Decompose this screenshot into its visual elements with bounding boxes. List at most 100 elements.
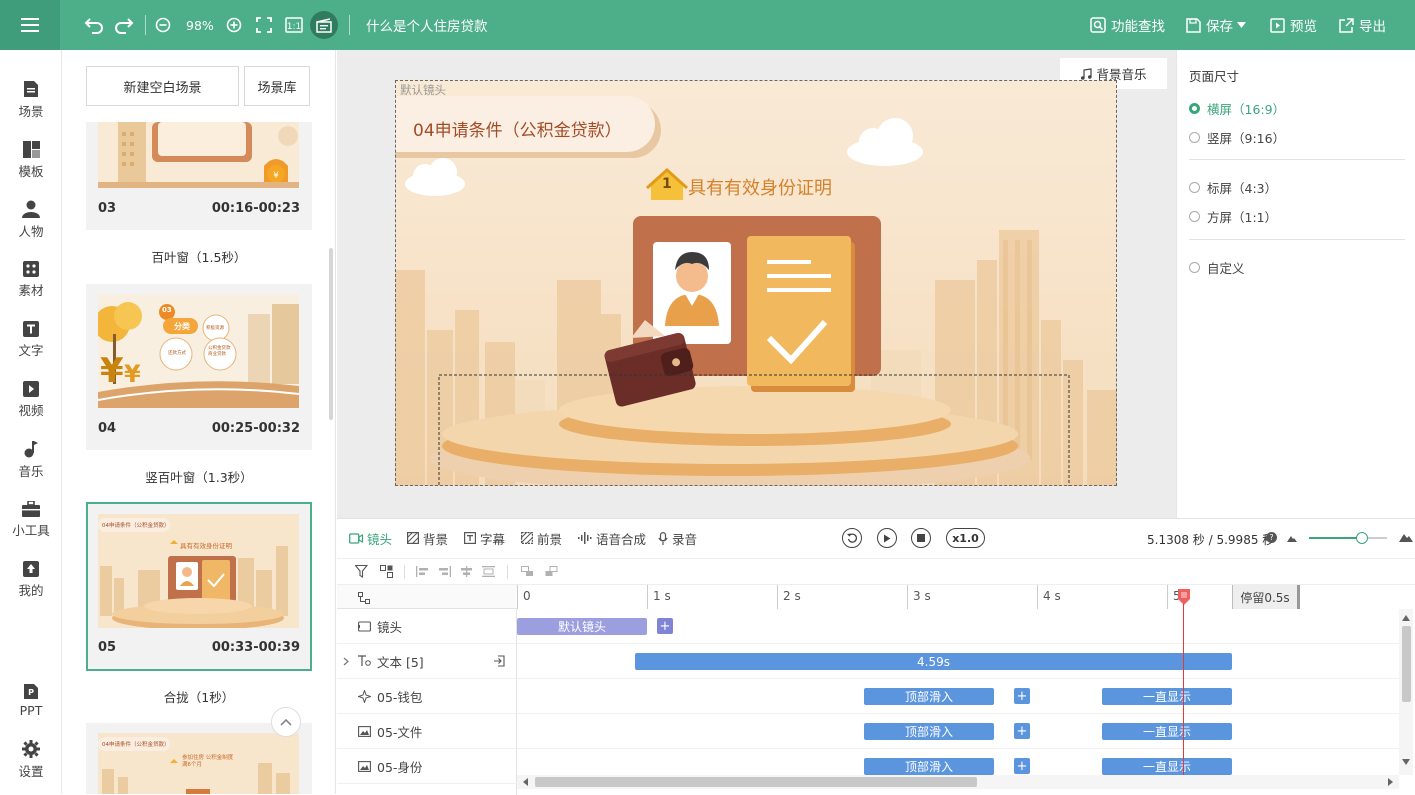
wallet-enter-clip[interactable]: 顶部滑入 (864, 688, 994, 705)
stack-up-icon[interactable] (521, 566, 534, 577)
nav-my[interactable]: 我的 (0, 552, 62, 608)
stage-canvas[interactable]: 默认镜头 04申请条件（公积金贷款） 1 具有有效身份证明 (395, 80, 1117, 486)
actual-size-button[interactable]: 1:1 (285, 0, 303, 50)
tool-tts[interactable]: 语音合成 (578, 527, 646, 549)
fullscreen-icon (256, 17, 272, 33)
align-center-icon[interactable] (460, 566, 473, 577)
feature-search-button[interactable]: 功能查找 (1090, 0, 1165, 50)
scroll-right-arrow-icon[interactable] (1387, 778, 1393, 786)
tree-icon[interactable] (358, 592, 370, 604)
preview-button[interactable]: 预览 (1270, 0, 1317, 50)
save-button[interactable]: 保存 (1186, 0, 1246, 50)
zoom-out-button[interactable] (155, 0, 171, 50)
nav-settings[interactable]: 设置 (0, 732, 62, 788)
tool-subtitle[interactable]: 字幕 (464, 527, 505, 549)
slide-title[interactable]: 04申请条件（公积金贷款） (413, 116, 622, 141)
transition-label[interactable]: 百叶窗（1.5秒） (86, 247, 312, 266)
undo-button[interactable] (84, 0, 104, 50)
scroll-up-arrow-icon[interactable] (1402, 615, 1410, 621)
align-left-icon[interactable] (416, 566, 429, 577)
export-icon (1339, 17, 1354, 33)
playhead[interactable] (1177, 589, 1191, 775)
file-enter-clip[interactable]: 顶部滑入 (864, 723, 994, 740)
nav-scene[interactable]: 场景 (0, 72, 62, 128)
track-camera[interactable]: 镜头 (337, 609, 517, 644)
nav-text[interactable]: 文字 (0, 312, 62, 368)
horizontal-scroll-thumb[interactable] (535, 777, 977, 787)
pause-block[interactable]: 停留0.5s (1232, 585, 1300, 609)
add-animation-button[interactable]: + (1014, 758, 1030, 774)
size-option-4-3[interactable]: 标屏（4:3） (1189, 178, 1277, 197)
track-text[interactable]: 文本 [5] (337, 644, 517, 679)
scene-list-scrollbar[interactable] (329, 248, 333, 420)
document-title[interactable]: 什么是个人住房贷款 (366, 0, 488, 50)
scene-card-04[interactable]: ¥ ¥ 03 分类 积极资源 还款方式 公积金贷款 商业贷款 04 00:25-… (86, 284, 312, 450)
distribute-icon[interactable] (482, 566, 495, 577)
camera-clip[interactable]: 默认镜头 (517, 618, 647, 635)
scroll-to-top-button[interactable] (271, 707, 301, 737)
stack-down-icon[interactable] (545, 566, 558, 577)
filter-icon[interactable] (355, 565, 368, 578)
scroll-left-arrow-icon[interactable] (523, 778, 529, 786)
tool-camera[interactable]: 镜头 (349, 527, 392, 549)
vertical-scroll-thumb[interactable] (1402, 626, 1411, 702)
timeline-zoom-slider[interactable] (1309, 532, 1387, 544)
scene-library-button[interactable]: 场景库 (244, 66, 310, 106)
slide-subtitle[interactable]: 具有有效身份证明 (688, 174, 832, 200)
nav-toolbox[interactable]: 小工具 (0, 492, 62, 548)
size-option-16-9[interactable]: 横屏（16:9） (1189, 99, 1285, 118)
add-animation-button[interactable]: + (1014, 688, 1030, 704)
redo-button[interactable] (114, 0, 134, 50)
speed-button[interactable]: x1.0 (946, 528, 985, 548)
fullscreen-button[interactable] (256, 0, 272, 50)
time-ruler[interactable]: 0 1 s 2 s 3 s 4 s 5 停留0.5s (517, 585, 1415, 609)
nav-material[interactable]: 素材 (0, 252, 62, 308)
transition-label[interactable]: 竖百叶窗（1.3秒） (86, 467, 312, 486)
nav-template[interactable]: 模板 (0, 132, 62, 188)
identity-enter-clip[interactable]: 顶部滑入 (864, 758, 994, 775)
scroll-down-arrow-icon[interactable] (1402, 759, 1410, 765)
track-identity[interactable]: 05-身份 (337, 749, 517, 784)
menu-button[interactable] (0, 0, 60, 50)
thumb05-title: 04申请条件（公积金贷款） (102, 523, 170, 529)
file-stay-clip[interactable]: 一直显示 (1102, 723, 1232, 740)
enter-group-icon[interactable] (493, 655, 505, 667)
zoom-large-icon[interactable] (1399, 532, 1413, 542)
wallet-stay-clip[interactable]: 一直显示 (1102, 688, 1232, 705)
help-icon[interactable]: ? (1266, 532, 1277, 543)
zoom-in-button[interactable] (226, 0, 242, 50)
zoom-small-icon[interactable] (1287, 534, 1297, 542)
align-right-icon[interactable] (438, 566, 451, 577)
size-option-9-16[interactable]: 竖屏（9:16） (1189, 128, 1285, 147)
transition-label[interactable]: 合拢（1秒） (86, 687, 312, 706)
size-option-1-1[interactable]: 方屏（1:1） (1189, 207, 1277, 226)
track-file[interactable]: 05-文件 (337, 714, 517, 749)
tool-foreground[interactable]: 前景 (521, 527, 562, 549)
track-wallet[interactable]: 05-钱包 (337, 679, 517, 714)
scene-card-03[interactable]: ¥ 03 00:16-00:23 (86, 122, 312, 230)
rewind-button[interactable] (842, 528, 862, 548)
tool-record[interactable]: 录音 (658, 527, 697, 549)
play-icon (884, 534, 891, 542)
scene-card-05[interactable]: 04申请条件（公积金贷款） 具有有效身份证明 05 00:33-00:39 (86, 502, 312, 671)
stop-button[interactable] (911, 528, 931, 548)
size-option-custom[interactable]: 自定义 (1189, 258, 1245, 277)
identity-stay-clip[interactable]: 一直显示 (1102, 758, 1232, 775)
play-button[interactable] (877, 528, 897, 548)
add-camera-button[interactable]: + (657, 618, 673, 634)
tool-background[interactable]: 背景 (407, 527, 448, 549)
new-blank-scene-button[interactable]: 新建空白场景 (86, 66, 239, 106)
zoom-slider-knob[interactable] (1356, 532, 1368, 544)
group-icon[interactable] (380, 565, 393, 578)
export-button[interactable]: 导出 (1339, 0, 1386, 50)
vertical-scrollbar[interactable] (1399, 609, 1413, 775)
nav-person[interactable]: 人物 (0, 192, 62, 248)
nav-video[interactable]: 视频 (0, 372, 62, 428)
add-animation-button[interactable]: + (1014, 723, 1030, 739)
nav-music[interactable]: 音乐 (0, 432, 62, 488)
nav-ppt[interactable]: P PPT (0, 672, 62, 728)
text-clip[interactable]: 4.59s (635, 653, 1232, 670)
horizontal-scrollbar[interactable] (517, 775, 1399, 789)
playhead-handle[interactable] (1177, 589, 1191, 605)
subtitle-mode-button[interactable] (310, 0, 338, 50)
